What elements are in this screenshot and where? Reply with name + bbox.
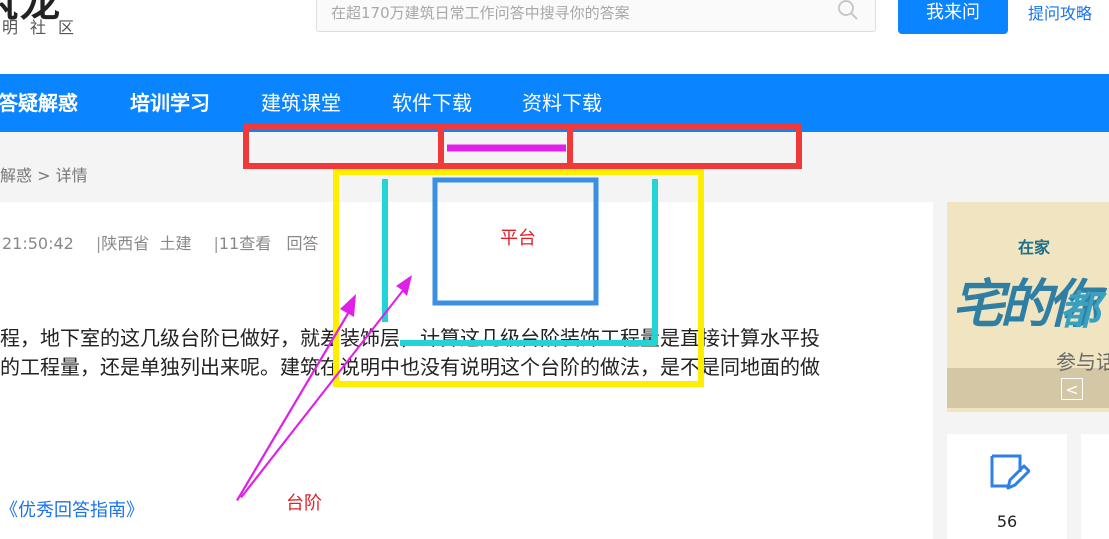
banner-small-text: 在家 — [1018, 238, 1051, 257]
annotation-platform-label: 平台 — [500, 228, 536, 249]
question-time: 21:50:42 — [2, 234, 74, 253]
question-line-1: 程，地下室的这几级台阶已做好，就差装饰层，计算这几级台阶装饰工程量是直接计算水平… — [0, 326, 820, 350]
stat-card[interactable]: 56 — [947, 434, 1067, 539]
question-line-2: 的工程量，还是单独列出来呢。建筑在说明中也没有说明这个台阶的做法，是不是同地面的… — [0, 355, 820, 379]
banner-headline-2: 都 — [1060, 288, 1100, 334]
stat-card-2[interactable] — [1081, 434, 1109, 539]
logo-subtitle: 明社区 — [2, 18, 87, 37]
main-nav: 答疑解惑 培训学习 建筑课堂 软件下载 资料下载 — [0, 74, 1109, 132]
search-box[interactable] — [316, 0, 876, 32]
stat-value: 56 — [996, 512, 1018, 531]
nav-item-resources[interactable]: 资料下载 — [522, 74, 602, 132]
site-header: 筑龙 明社区 我来问 提问攻略 — [0, 0, 1109, 74]
banner-subtext: 参与话 — [1056, 350, 1109, 374]
edit-note-icon — [990, 454, 1030, 490]
nav-item-classroom[interactable]: 建筑课堂 — [261, 74, 341, 132]
question-meta: 21:50:42 |陕西省 土建 |11查看 回答 — [2, 230, 319, 254]
nav-item-training[interactable]: 培训学习 — [130, 74, 210, 132]
question-body: 程，地下室的这几级台阶已做好，就差装饰层，计算这几级台阶装饰工程量是直接计算水平… — [0, 324, 900, 382]
search-input[interactable] — [329, 0, 813, 27]
ask-question-button[interactable]: 我来问 — [898, 0, 1008, 34]
ask-guide-link[interactable]: 提问攻略 — [1028, 0, 1092, 24]
question-card: 21:50:42 |陕西省 土建 |11查看 回答 程，地下室的这几级台阶已做好，就… — [0, 202, 933, 539]
nav-item-qa[interactable]: 答疑解惑 — [0, 74, 78, 132]
annotation-step-label: 台阶 — [286, 493, 322, 514]
banner-prev-button[interactable]: < — [1061, 378, 1083, 400]
answer-guide-link[interactable]: 《优秀回答指南》 — [0, 496, 144, 522]
answer-link[interactable]: 回答 — [286, 234, 318, 253]
question-region: 陕西省 — [101, 234, 150, 253]
question-views: 11查看 — [218, 234, 272, 253]
annotation-red-box — [243, 124, 802, 169]
question-category: 土建 — [159, 234, 192, 253]
search-icon[interactable] — [837, 0, 859, 21]
breadcrumb[interactable]: 解惑 > 详情 — [0, 162, 88, 186]
nav-item-software[interactable]: 软件下载 — [392, 74, 472, 132]
